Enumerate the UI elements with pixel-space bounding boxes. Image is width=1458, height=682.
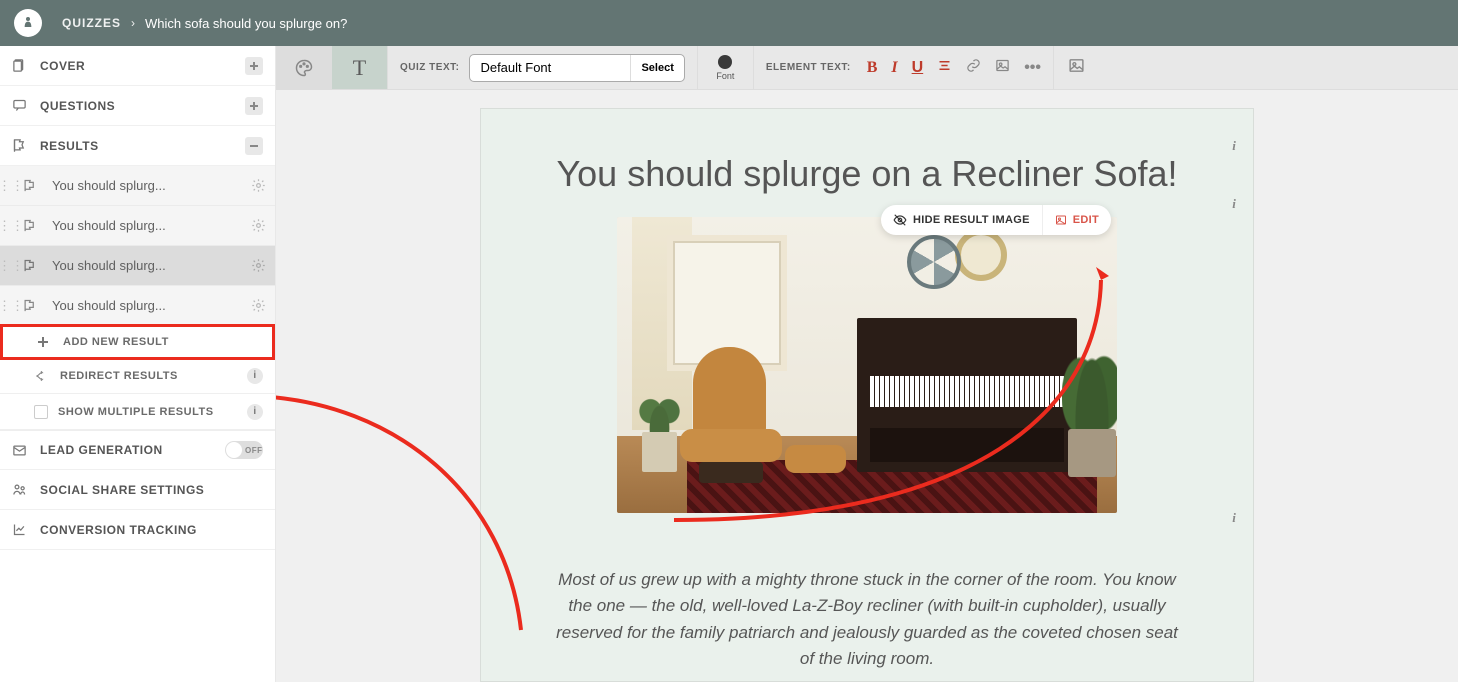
result-item-4[interactable]: ⋮⋮ You should splurg... <box>0 286 275 326</box>
font-input[interactable] <box>470 60 630 75</box>
chat-icon <box>12 98 40 113</box>
sidebar-questions[interactable]: QUESTIONS <box>0 86 275 126</box>
info-icon[interactable]: i <box>247 404 263 420</box>
toolbar: T QUIZ TEXT: Select Font ELEMENT TEXT: B… <box>276 46 1458 90</box>
show-multiple-results-label: SHOW MULTIPLE RESULTS <box>58 406 214 418</box>
result-item-1[interactable]: ⋮⋮ You should splurg... <box>0 166 275 206</box>
result-description[interactable]: Most of us grew up with a mighty throne … <box>541 567 1193 672</box>
sidebar-conversion-label: CONVERSION TRACKING <box>40 523 263 537</box>
result-item-2[interactable]: ⋮⋮ You should splurg... <box>0 206 275 246</box>
hide-result-image-label: HIDE RESULT IMAGE <box>913 214 1030 226</box>
add-new-result-label: ADD NEW RESULT <box>63 336 169 348</box>
chevron-right-icon: › <box>131 16 135 30</box>
result-item-label: You should splurg... <box>50 178 241 193</box>
result-item-3[interactable]: ⋮⋮ You should splurg... <box>0 246 275 286</box>
result-title[interactable]: You should splurge on a Recliner Sofa! <box>541 153 1193 195</box>
underline-button[interactable]: U <box>912 59 924 77</box>
font-color-label: Font <box>716 71 734 81</box>
show-multiple-results-toggle[interactable]: SHOW MULTIPLE RESULTS i <box>0 394 275 430</box>
checkbox-icon[interactable] <box>34 405 48 419</box>
flag-icon <box>22 218 50 233</box>
sidebar-questions-label: QUESTIONS <box>40 99 245 113</box>
toolbar-right <box>1054 46 1099 89</box>
main-area: T QUIZ TEXT: Select Font ELEMENT TEXT: B… <box>276 46 1458 682</box>
envelope-icon <box>12 443 40 458</box>
result-card: i i i You should splurge on a Recliner S… <box>480 108 1254 682</box>
image-button[interactable] <box>995 58 1010 78</box>
result-item-label: You should splurg... <box>50 258 241 273</box>
sidebar: COVER QUESTIONS RESULTS ⋮⋮ You should sp… <box>0 46 276 682</box>
result-item-label: You should splurg... <box>50 218 241 233</box>
redirect-icon <box>34 369 60 383</box>
add-new-result-button[interactable]: ADD NEW RESULT <box>0 324 275 360</box>
gear-icon[interactable] <box>241 178 275 193</box>
sidebar-cover-label: COVER <box>40 59 245 73</box>
result-image-container: HIDE RESULT IMAGE EDIT <box>617 217 1117 513</box>
bold-button[interactable]: B <box>867 59 878 77</box>
quiz-text-section: QUIZ TEXT: Select <box>388 46 698 89</box>
logo-icon[interactable] <box>14 9 42 37</box>
redirect-results-label: REDIRECT RESULTS <box>60 370 178 382</box>
info-icon[interactable]: i <box>247 368 263 384</box>
toggle-switch[interactable]: OFF <box>225 441 263 459</box>
align-button[interactable] <box>937 58 952 78</box>
gear-icon[interactable] <box>241 258 275 273</box>
plus-icon[interactable] <box>245 97 263 115</box>
hide-result-image-button[interactable]: HIDE RESULT IMAGE <box>881 205 1042 235</box>
eye-off-icon <box>893 213 907 227</box>
people-icon <box>12 482 40 497</box>
gear-icon[interactable] <box>241 218 275 233</box>
flag-icon <box>12 138 40 153</box>
drag-handle-icon[interactable]: ⋮⋮ <box>0 258 22 274</box>
font-color-button[interactable]: Font <box>698 46 754 89</box>
element-text-label: ELEMENT TEXT: <box>766 62 851 73</box>
plus-icon <box>37 336 63 348</box>
edit-image-label: EDIT <box>1073 214 1099 226</box>
font-select-button[interactable]: Select <box>630 55 683 81</box>
sidebar-results[interactable]: RESULTS <box>0 126 275 166</box>
sidebar-cover[interactable]: COVER <box>0 46 275 86</box>
canvas[interactable]: i i i You should splurge on a Recliner S… <box>276 90 1458 682</box>
minus-icon[interactable] <box>245 137 263 155</box>
gear-icon[interactable] <box>241 298 275 313</box>
result-item-label: You should splurg... <box>50 298 241 313</box>
element-text-section: ELEMENT TEXT: B I U ••• <box>754 46 1054 89</box>
breadcrumb-title: Which sofa should you splurge on? <box>145 16 347 31</box>
flag-icon <box>22 298 50 313</box>
drag-handle-icon[interactable]: ⋮⋮ <box>0 218 22 234</box>
info-icon[interactable]: i <box>1227 197 1241 211</box>
flag-icon <box>22 178 50 193</box>
palette-button[interactable] <box>276 46 332 89</box>
italic-button[interactable]: I <box>891 59 897 77</box>
drag-handle-icon[interactable]: ⋮⋮ <box>0 178 22 194</box>
sidebar-conversion-tracking[interactable]: CONVERSION TRACKING <box>0 510 275 550</box>
edit-image-button[interactable]: EDIT <box>1042 205 1111 235</box>
image-settings-button[interactable] <box>1068 57 1085 79</box>
page-icon <box>12 58 40 73</box>
breadcrumb-root[interactable]: QUIZZES <box>62 16 121 30</box>
plus-icon[interactable] <box>245 57 263 75</box>
quiz-text-label: QUIZ TEXT: <box>400 62 459 73</box>
sidebar-lead-generation[interactable]: LEAD GENERATION OFF <box>0 430 275 470</box>
color-swatch-icon <box>718 55 732 69</box>
sidebar-results-label: RESULTS <box>40 139 245 153</box>
font-select[interactable]: Select <box>469 54 684 82</box>
flag-icon <box>22 258 50 273</box>
result-image[interactable] <box>617 217 1117 513</box>
more-button[interactable]: ••• <box>1024 59 1041 77</box>
chart-icon <box>12 522 40 537</box>
toggle-off-label: OFF <box>245 446 263 455</box>
sidebar-social-share[interactable]: SOCIAL SHARE SETTINGS <box>0 470 275 510</box>
info-icon[interactable]: i <box>1227 139 1241 153</box>
image-icon <box>1055 214 1067 226</box>
breadcrumb: QUIZZES › Which sofa should you splurge … <box>62 16 347 31</box>
text-tool-button[interactable]: T <box>332 46 388 89</box>
link-button[interactable] <box>966 58 981 78</box>
redirect-results-button[interactable]: REDIRECT RESULTS i <box>0 358 275 394</box>
info-icon[interactable]: i <box>1227 511 1241 525</box>
app-header: QUIZZES › Which sofa should you splurge … <box>0 0 1458 46</box>
image-toolbar: HIDE RESULT IMAGE EDIT <box>881 205 1111 235</box>
drag-handle-icon[interactable]: ⋮⋮ <box>0 298 22 314</box>
sidebar-social-label: SOCIAL SHARE SETTINGS <box>40 483 263 497</box>
